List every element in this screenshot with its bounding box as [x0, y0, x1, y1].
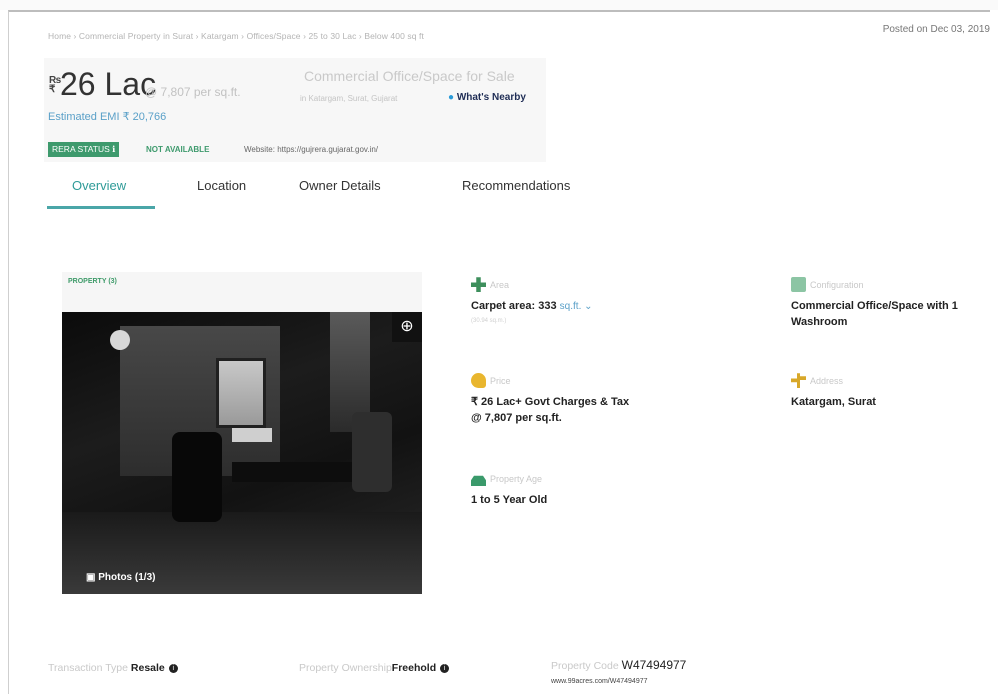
info-icon[interactable]: i	[440, 664, 450, 673]
address-value: Katargam, Surat	[791, 396, 876, 408]
photo-chair-right	[352, 412, 392, 492]
tab-overview[interactable]: Overview	[72, 178, 126, 193]
ownership-value: Freehold	[391, 662, 437, 674]
detail-price: Price ₹ 26 Lac+ Govt Charges & Tax @ 7,80…	[471, 372, 671, 426]
rera-status-value: NOT AVAILABLE	[146, 145, 210, 154]
detail-configuration: Configuration Commercial Office/Space wi…	[791, 276, 981, 330]
transaction-type-label: Transaction Type	[48, 662, 128, 674]
property-location: in Katargam, Surat, Gujarat	[300, 94, 398, 103]
price-value-line2: @ 7,807 per sq.ft.	[471, 412, 562, 424]
property-code-value: W47494977	[621, 658, 687, 672]
area-label: Area	[490, 279, 510, 290]
property-code-label: Property Code	[551, 660, 619, 672]
area-value: Carpet area: 333 sq.ft. ⌄	[471, 298, 671, 315]
property-ownership: Property OwnershipFreehold i	[299, 662, 450, 674]
tab-owner-details[interactable]: Owner Details	[299, 178, 381, 193]
photo-shelf	[216, 358, 266, 428]
configuration-label: Configuration	[810, 279, 864, 290]
property-title: Commercial Office/Space for Sale	[304, 68, 515, 84]
scan-margin	[0, 0, 998, 10]
detail-address: Address Katargam, Surat	[791, 372, 991, 410]
price-value: ₹ 26 Lac+ Govt Charges & Tax @ 7,807 per …	[471, 394, 671, 426]
price-per-sqft: @ 7,807 per sq.ft.	[145, 85, 241, 99]
map-pin-icon: ●	[448, 92, 455, 103]
posted-date: Posted on Dec 03, 2019	[882, 24, 990, 35]
camera-icon: ▣	[86, 572, 96, 583]
info-icon[interactable]: i	[168, 664, 178, 673]
price-tag-icon	[471, 373, 486, 389]
property-code-url[interactable]: www.99acres.com/W47494977	[551, 678, 648, 685]
photo-section-title: PROPERTY (3)	[68, 278, 117, 285]
property-code: Property Code W47494977	[551, 658, 686, 672]
breadcrumb[interactable]: Home › Commercial Property in Surat › Ka…	[48, 31, 424, 41]
configuration-icon	[791, 277, 806, 293]
area-icon	[471, 277, 486, 293]
price-header: ₨ ₹ 26 Lac @ 7,807 per sq.ft. Commercial …	[44, 58, 546, 162]
building-icon	[471, 475, 486, 487]
photo-lamp	[110, 330, 130, 350]
photos-button[interactable]: ▣ Photos (1/3)	[86, 572, 155, 583]
tab-recommendations[interactable]: Recommendations	[462, 178, 570, 193]
price-label: Price	[490, 375, 511, 386]
zoom-in-icon[interactable]: ⊕	[392, 312, 422, 342]
detail-property-age: Property Age 1 to 5 Year Old	[471, 470, 671, 508]
photos-button-label: Photos (1/3)	[98, 572, 156, 583]
tab-location[interactable]: Location	[197, 178, 246, 193]
transaction-type: Transaction Type Resale i	[48, 662, 178, 674]
address-label: Address	[810, 375, 844, 386]
active-tab-indicator	[47, 206, 155, 209]
carpet-area-text: Carpet area: 333	[471, 300, 557, 312]
whats-nearby-link[interactable]: ● What's Nearby	[448, 92, 526, 103]
transaction-type-value: Resale	[130, 662, 165, 674]
whats-nearby-label: What's Nearby	[456, 92, 526, 103]
estimated-emi[interactable]: Estimated EMI ₹ 20,766	[48, 110, 166, 123]
price-value-line1: ₹ 26 Lac+ Govt Charges & Tax	[471, 396, 630, 408]
photo-gallery: PROPERTY (3) ⊕ ▣ Photos (1/3)	[62, 272, 422, 594]
rera-status-badge[interactable]: RERA STATUS ℹ	[48, 142, 120, 157]
rera-website-link[interactable]: Website: https://gujrera.gujarat.gov.in/	[244, 145, 378, 154]
area-unit-dropdown[interactable]: sq.ft. ⌄	[560, 301, 593, 312]
detail-area: Area Carpet area: 333 sq.ft. ⌄ (30.94 sq…	[471, 276, 671, 324]
address-icon	[791, 373, 806, 389]
configuration-value: Commercial Office/Space with 1 Washroom	[791, 300, 958, 328]
photo-papers	[232, 428, 272, 442]
property-age-label: Property Age	[490, 473, 543, 484]
ownership-label: Property Ownership	[299, 662, 392, 674]
property-photo[interactable]: ⊕ ▣ Photos (1/3)	[62, 312, 422, 594]
property-age-value: 1 to 5 Year Old	[471, 494, 548, 506]
area-sub-value: (30.94 sq.m.)	[471, 318, 507, 324]
photo-chair	[172, 432, 222, 522]
price-amount: 26 Lac	[60, 66, 157, 102]
